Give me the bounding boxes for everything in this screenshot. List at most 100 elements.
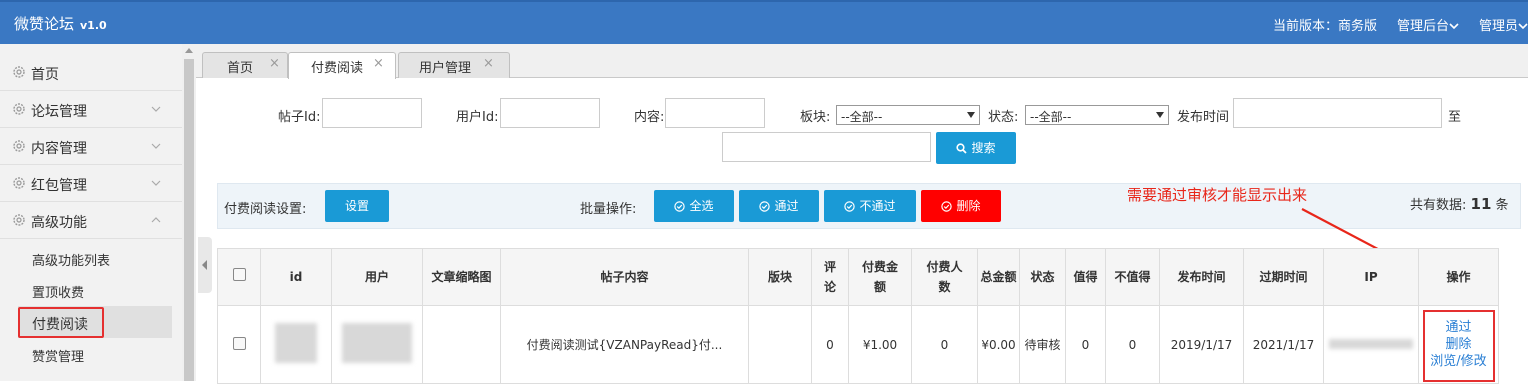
scroll-up-arrow-icon[interactable] <box>185 48 193 53</box>
close-icon[interactable]: × <box>483 56 494 71</box>
row-select <box>217 305 261 384</box>
row-checkbox[interactable] <box>232 336 246 350</box>
select-all-button[interactable]: 全选 <box>654 190 734 222</box>
cell-worth: 0 <box>1065 305 1106 384</box>
approve-button[interactable]: 通过 <box>739 190 819 222</box>
header-total: 总金额 <box>977 248 1020 306</box>
gear-icon <box>13 103 25 115</box>
sidebar-subitem-top-fee[interactable]: 置顶收费 <box>32 282 84 301</box>
header-payers: 付费人数 <box>911 248 978 306</box>
dropdown-arrow-icon <box>1156 112 1164 118</box>
cell-user <box>331 305 423 384</box>
sidebar-item-label: 红包管理 <box>31 178 87 194</box>
chevron-down-icon <box>151 106 161 112</box>
publish-time-start-input[interactable] <box>1233 98 1442 128</box>
cell-ip <box>1323 305 1419 384</box>
header-select <box>217 248 261 306</box>
sidebar-subitem-advanced-list[interactable]: 高级功能列表 <box>32 250 110 269</box>
sidebar-item-redpacket[interactable]: 红包管理 <box>0 165 182 202</box>
blurred-ip <box>1329 338 1413 349</box>
publish-time-label: 发布时间 <box>1177 110 1230 125</box>
settings-label: 付费阅读设置: <box>224 202 307 217</box>
status-select[interactable]: --全部-- <box>1025 105 1169 125</box>
section-select[interactable]: --全部-- <box>836 105 980 125</box>
delete-button[interactable]: 删除 <box>921 190 1001 222</box>
cell-comments: 0 <box>811 305 849 384</box>
sidebar-collapse-toggle[interactable] <box>198 237 212 293</box>
sidebar-subitem-reward[interactable]: 赞赏管理 <box>32 346 84 365</box>
header-ip: IP <box>1323 248 1419 306</box>
dropdown-arrow-icon <box>967 112 975 118</box>
status-label: 状态: <box>988 110 1019 125</box>
cell-content: 付费阅读测试{VZANPayRead}付... <box>500 305 749 384</box>
header-user: 用户 <box>331 248 423 306</box>
tab-label: 付费阅读 <box>311 61 364 76</box>
settings-button[interactable]: 设置 <box>325 190 389 222</box>
scrollbar-thumb[interactable] <box>184 59 194 381</box>
admin-user-menu[interactable]: 管理员 <box>1479 15 1528 34</box>
header-worth: 值得 <box>1065 248 1106 306</box>
cell-publish-time: 2019/1/17 <box>1159 305 1244 384</box>
app-brand[interactable]: 微赞论坛 v1.0 <box>14 13 107 34</box>
sidebar-item-forum[interactable]: 论坛管理 <box>0 91 182 128</box>
annotation-text: 需要通过审核才能显示出来 <box>1127 186 1308 204</box>
cell-not-worth: 0 <box>1105 305 1160 384</box>
close-icon[interactable]: × <box>269 56 280 71</box>
gear-icon <box>13 140 25 152</box>
tab-home[interactable]: 首页 × <box>202 52 288 78</box>
posts-table: id 用户 文章缩略图 帖子内容 版块 评论 付费金额 付费人数 总金额 状态 … <box>217 248 1499 384</box>
sidebar-item-label: 论坛管理 <box>31 104 87 120</box>
header-pay-amount: 付费金额 <box>848 248 912 306</box>
top-navbar: 微赞论坛 v1.0 当前版本：商务版 管理后台 管理员 <box>0 0 1528 44</box>
post-id-input[interactable] <box>322 98 422 128</box>
sidebar-scrollbar[interactable] <box>182 44 196 381</box>
sidebar-item-advanced[interactable]: 高级功能 <box>0 202 182 239</box>
reject-button[interactable]: 不通过 <box>824 190 916 222</box>
chevron-left-icon <box>202 260 207 270</box>
sidebar-item-label: 高级功能 <box>31 215 87 231</box>
header-id: id <box>260 248 332 306</box>
header-actions: 操作 <box>1418 248 1499 306</box>
header-section: 版块 <box>748 248 812 306</box>
cell-id <box>260 305 332 384</box>
user-id-input[interactable] <box>500 98 600 128</box>
tab-paid-reading[interactable]: 付费阅读 × <box>288 52 396 79</box>
search-button[interactable]: 搜索 <box>936 132 1016 164</box>
tab-bar: 首页 × 付费阅读 × 用户管理 × <box>196 44 1528 79</box>
app-version: v1.0 <box>80 19 107 32</box>
app-title: 微赞论坛 <box>14 15 75 33</box>
highlight-box <box>1423 310 1495 382</box>
header-thumbnail: 文章缩略图 <box>422 248 501 306</box>
section-label: 板块: <box>800 110 831 125</box>
status-select-value: --全部-- <box>1030 110 1072 124</box>
blurred-user <box>342 323 412 363</box>
sidebar-item-content[interactable]: 内容管理 <box>0 128 182 165</box>
chevron-down-icon <box>1449 23 1459 30</box>
highlight-box <box>18 307 104 338</box>
user-id-label: 用户Id: <box>456 110 499 125</box>
section-select-value: --全部-- <box>841 110 883 124</box>
content-label: 内容: <box>634 110 665 125</box>
post-id-label: 帖子Id: <box>278 110 321 125</box>
batch-label: 批量操作: <box>580 202 637 217</box>
chevron-up-icon <box>151 217 161 223</box>
gear-icon <box>13 214 25 226</box>
header-content: 帖子内容 <box>500 248 749 306</box>
chevron-down-icon <box>151 180 161 186</box>
cell-thumbnail <box>422 305 501 384</box>
publish-time-end-input[interactable] <box>722 132 931 162</box>
check-circle-icon <box>844 201 856 212</box>
check-circle-icon <box>674 201 686 212</box>
cell-expire-time: 2021/1/17 <box>1243 305 1324 384</box>
sidebar-item-home[interactable]: 首页 <box>0 54 182 91</box>
edition-label: 当前版本：商务版 <box>1272 19 1377 34</box>
cell-status: 待审核 <box>1019 305 1066 384</box>
admin-backend-menu[interactable]: 管理后台 <box>1397 15 1459 34</box>
tab-label: 首页 <box>227 61 254 76</box>
header-not-worth: 不值得 <box>1105 248 1160 306</box>
select-all-checkbox[interactable] <box>232 268 246 281</box>
tab-user-management[interactable]: 用户管理 × <box>398 52 510 78</box>
blurred-id <box>275 323 317 363</box>
close-icon[interactable]: × <box>373 56 384 71</box>
content-input[interactable] <box>665 98 765 128</box>
